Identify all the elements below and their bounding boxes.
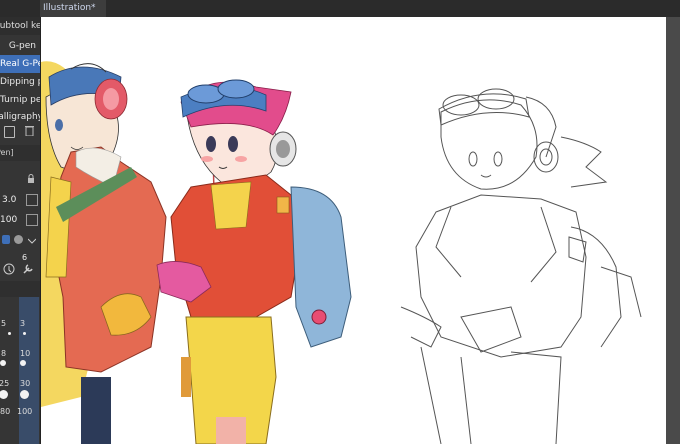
size-preset-dot[interactable] bbox=[20, 390, 29, 399]
chevron-down-icon[interactable] bbox=[27, 236, 37, 244]
size-preset-label: 80 bbox=[0, 407, 11, 416]
subtool-dipping-pen[interactable]: Dipping pen bbox=[0, 73, 40, 91]
copy-subtool-icon[interactable] bbox=[4, 126, 15, 138]
illustration-artwork bbox=[41, 61, 642, 444]
spacing-value: 6 bbox=[22, 253, 28, 262]
subtool-actions bbox=[0, 123, 40, 139]
subtool-turnip-pen[interactable]: Turnip pen bbox=[0, 91, 40, 109]
brush-size-value[interactable]: 3.0 bbox=[2, 195, 16, 205]
subtool-real-g-pen[interactable]: Real G-Pen bbox=[0, 55, 40, 73]
opacity-value[interactable]: 100 bbox=[0, 215, 17, 225]
size-preset-dot[interactable] bbox=[20, 360, 26, 366]
size-preset-label: 3 bbox=[20, 319, 26, 328]
size-preset-dot[interactable] bbox=[8, 332, 11, 335]
size-preset-label: 8 bbox=[1, 349, 7, 358]
brush-tip-icon[interactable] bbox=[3, 263, 15, 275]
document-tab[interactable]: Illustration* bbox=[40, 0, 106, 17]
subtool-g-pen[interactable]: G-pen bbox=[0, 37, 40, 55]
size-preset-label: 5 bbox=[1, 319, 7, 328]
character-sketch bbox=[400, 88, 642, 444]
size-preset-label: 100 bbox=[17, 407, 33, 416]
lock-icon[interactable] bbox=[26, 174, 36, 184]
tool-property-header: Pen] bbox=[0, 145, 40, 161]
subtool-panel: Subtool ker G-pen Real G-Pen Dipping pen… bbox=[0, 17, 41, 444]
brush-shape-selector[interactable] bbox=[0, 233, 38, 247]
brush-size-section bbox=[0, 281, 40, 297]
character-blonde-girl bbox=[41, 61, 167, 444]
size-preset-label: 25 bbox=[0, 379, 10, 388]
title-bar: Illustration* bbox=[0, 0, 680, 18]
trash-icon[interactable] bbox=[25, 125, 34, 137]
panel-title: Subtool ker bbox=[0, 17, 40, 35]
size-preset-label: 10 bbox=[20, 349, 31, 358]
settings-icon[interactable] bbox=[22, 263, 34, 275]
size-preset-dot[interactable] bbox=[0, 360, 6, 366]
size-preset-dot[interactable] bbox=[23, 332, 26, 335]
brush-size-stepper[interactable] bbox=[26, 194, 38, 206]
size-preset-dot[interactable] bbox=[0, 390, 8, 399]
opacity-stepper[interactable] bbox=[26, 214, 38, 226]
size-preset-label: 30 bbox=[20, 379, 31, 388]
